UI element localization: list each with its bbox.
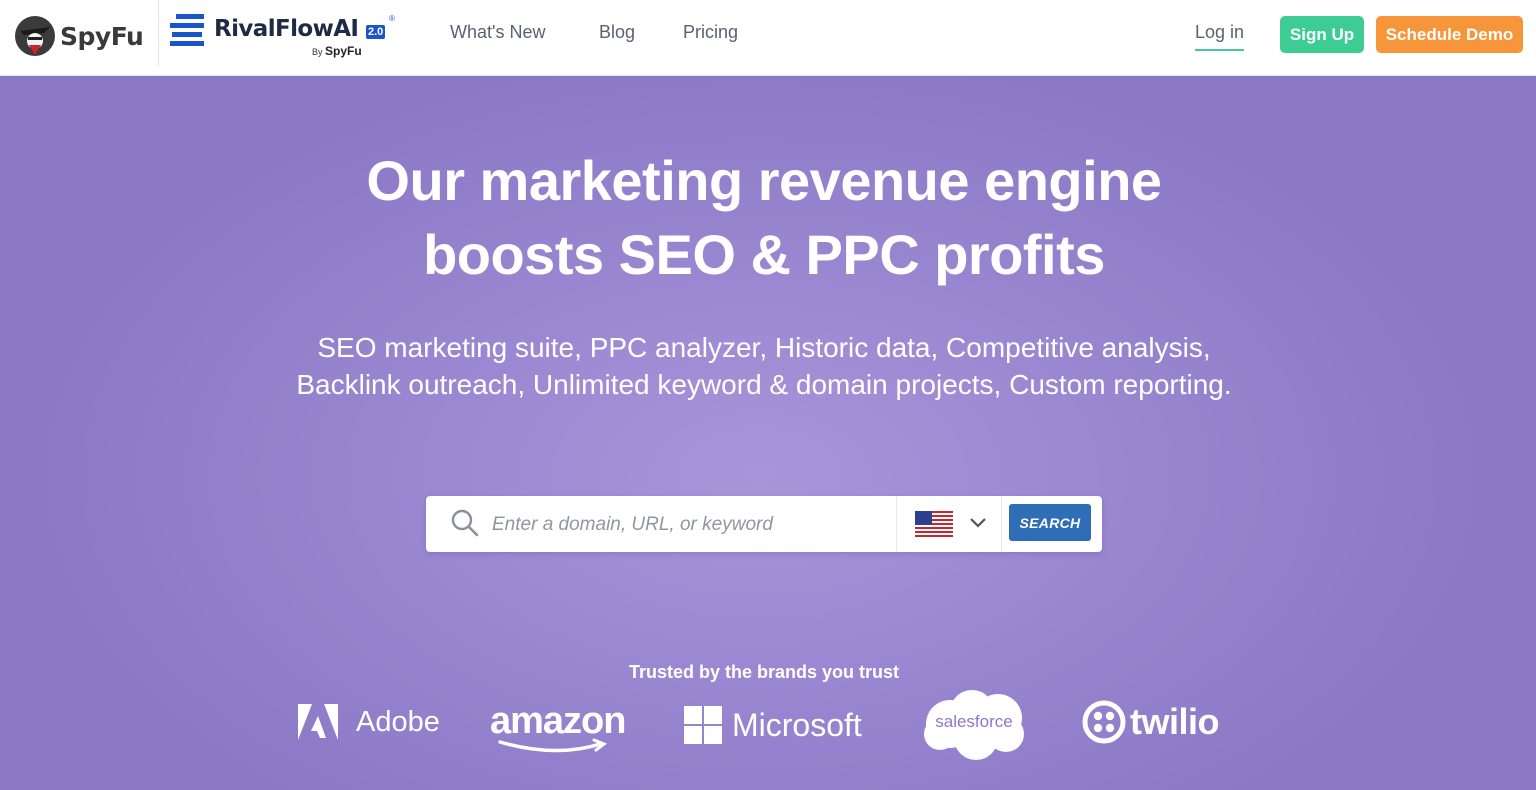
rivalflow-logo-text: RivalFlowAI [214,16,359,42]
adobe-icon [298,704,338,740]
nav-pricing[interactable]: Pricing [683,22,738,43]
us-flag-icon [915,511,953,537]
microsoft-logo-text: Microsoft [732,706,862,743]
rivalflow-by-line: By SpyFu [312,44,362,58]
hero-subhead: SEO marketing suite, PPC analyzer, Histo… [296,332,1232,400]
headline-line-1: Our marketing revenue engine [366,149,1162,212]
rivalflow-stripes-icon [170,14,204,46]
hero-headline: Our marketing revenue engine boosts SEO … [0,144,1528,292]
nav-whats-new[interactable]: What's New [450,22,545,43]
adobe-logo-text: Adobe [356,705,440,738]
amazon-smile-icon [498,738,608,753]
rivalflow-version-badge: 2.0 [366,25,386,39]
spyfu-logo[interactable]: SpyFu [14,14,144,58]
schedule-demo-button[interactable]: Schedule Demo [1376,16,1523,53]
adobe-logo: Adobe [298,704,440,740]
nav-blog[interactable]: Blog [599,22,635,43]
salesforce-logo-text: salesforce [935,712,1013,731]
logo-divider [158,0,159,66]
country-select[interactable] [896,496,1002,552]
hero-section: Our marketing revenue engine boosts SEO … [0,76,1536,790]
salesforce-logo: salesforce [920,688,1028,762]
by-brand: SpyFu [325,44,362,58]
signup-button[interactable]: Sign Up [1280,16,1364,53]
login-link[interactable]: Log in [1195,22,1245,51]
top-navbar: SpyFu RivalFlowAI 2.0 ® By SpyFu What's … [0,0,1536,76]
spyfu-spy-icon [15,16,55,56]
spyfu-logo-text: SpyFu [60,21,144,51]
twilio-logo: twilio [1082,700,1220,744]
microsoft-logo: Microsoft [684,706,862,744]
twilio-logo-text: twilio [1130,701,1220,742]
search-input[interactable] [490,504,894,546]
chevron-down-icon [970,518,986,528]
search-bar: SEARCH [426,496,1102,552]
search-icon [451,509,479,537]
trusted-heading: Trusted by the brands you trust [628,662,900,682]
amazon-logo-text: amazon [490,700,626,742]
by-prefix: By [312,47,323,57]
headline-line-2: boosts SEO & PPC profits [423,223,1105,286]
microsoft-windows-icon [684,706,722,744]
amazon-logo: amazon [490,700,626,753]
twilio-icon [1082,700,1126,744]
page-scrollbar[interactable] [1526,0,1536,790]
search-button[interactable]: SEARCH [1009,504,1091,541]
registered-mark: ® [389,14,395,23]
